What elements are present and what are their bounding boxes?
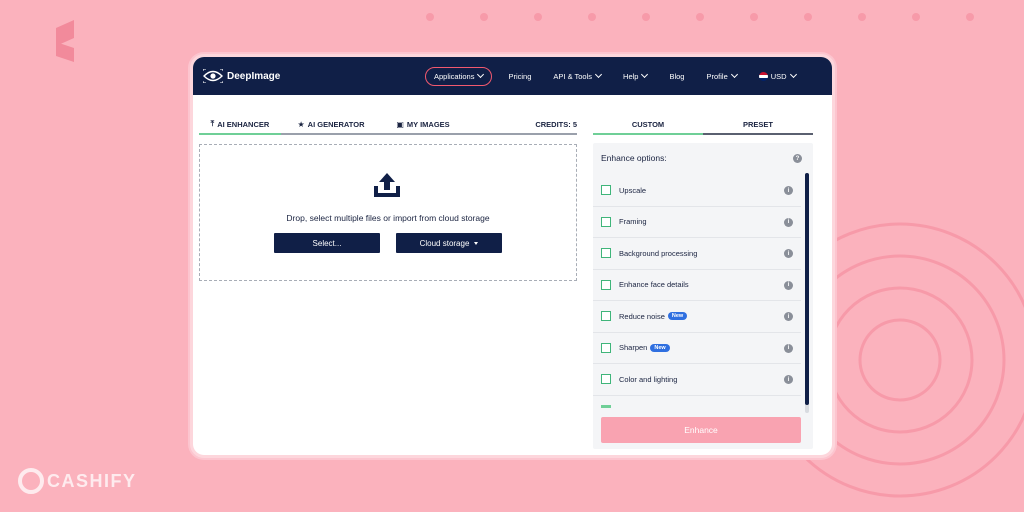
option-label: Framing [619, 217, 647, 227]
chevron-down-icon [641, 70, 649, 79]
eye-logo-icon [203, 69, 223, 83]
nav-pricing-label: Pricing [508, 71, 532, 81]
info-icon[interactable]: i [784, 343, 793, 353]
app-window: DeepImage Applications Pricing API & Too… [190, 54, 835, 458]
caret-down-icon [474, 241, 479, 245]
tab-custom-label: CUSTOM [631, 119, 665, 129]
checkbox[interactable] [601, 248, 611, 259]
credits-counter: CREDITS: 5 [535, 119, 577, 129]
checkbox[interactable] [601, 342, 611, 353]
background-dots [426, 13, 1016, 23]
nav-applications[interactable]: Applications [425, 66, 493, 86]
tab-ai-enhancer[interactable]: ⤒ AI ENHANCER [199, 115, 281, 135]
tab-my-images[interactable]: ▣ MY IMAGES [381, 115, 465, 133]
option-label: Color and lighting [619, 374, 678, 384]
nav-profile[interactable]: Profile [706, 70, 738, 81]
nav-pricing[interactable]: Pricing [508, 72, 531, 81]
enhance-options-panel: Enhance options: ? Upscale i Framing i B… [593, 143, 813, 449]
option-background-processing[interactable]: Background processing i [593, 238, 801, 270]
new-badge: New [667, 312, 688, 321]
info-icon[interactable]: i [784, 280, 793, 290]
options-scrollbar[interactable] [805, 173, 809, 413]
option-framing[interactable]: Framing i [593, 207, 801, 238]
chevron-down-icon [477, 70, 485, 79]
partial-checkbox[interactable] [601, 405, 611, 408]
tab-my-images-label: MY IMAGES [406, 119, 450, 129]
chevron-down-icon [789, 70, 797, 79]
select-files-label: Select... [312, 238, 342, 248]
mode-tabs: ⤒ AI ENHANCER ★ AI GENERATOR ▣ MY IMAGES… [199, 115, 577, 135]
enhance-button[interactable]: Enhance [601, 417, 801, 443]
option-color-and-lighting[interactable]: Color and lighting i [593, 364, 801, 396]
nav-blog-label: Blog [669, 71, 685, 81]
nav-profile-label: Profile [706, 71, 728, 81]
top-navbar: DeepImage Applications Pricing API & Too… [193, 57, 832, 95]
settings-tabs: CUSTOM PRESET [593, 115, 813, 135]
background-logo-icon [56, 20, 74, 62]
enhance-options-list: Upscale i Framing i Background processin… [593, 175, 801, 396]
info-icon[interactable]: i [784, 249, 793, 258]
upload-tray-icon [374, 173, 400, 197]
new-badge: New [650, 343, 670, 352]
cashify-logo-icon [18, 468, 44, 494]
option-upscale[interactable]: Upscale i [593, 175, 801, 207]
deepimage-logo[interactable]: DeepImage [203, 69, 280, 83]
scrollbar-thumb[interactable] [805, 173, 809, 405]
watermark-text: CASHIFY [47, 470, 137, 491]
info-icon[interactable]: i [784, 217, 793, 227]
nav-currency-label: USD [770, 71, 787, 81]
nav-currency[interactable]: USD [758, 70, 797, 81]
tab-preset[interactable]: PRESET [703, 115, 813, 133]
help-icon[interactable]: ? [793, 154, 802, 163]
chevron-down-icon [730, 70, 738, 79]
info-icon[interactable]: i [784, 312, 793, 321]
cloud-storage-button[interactable]: Cloud storage [396, 233, 502, 253]
images-icon: ▣ [396, 119, 404, 129]
logo-text: DeepImage [227, 70, 281, 82]
main-nav: Applications Pricing API & Tools Help Bl… [425, 65, 818, 87]
nav-api-tools[interactable]: API & Tools [553, 70, 603, 81]
select-files-button[interactable]: Select... [274, 233, 380, 253]
cloud-storage-label: Cloud storage [419, 238, 470, 248]
tab-custom[interactable]: CUSTOM [593, 115, 703, 135]
nav-api-tools-label: API & Tools [553, 71, 593, 81]
option-label: Enhance face details [619, 280, 689, 290]
checkbox[interactable] [601, 279, 611, 290]
option-enhance-face-details[interactable]: Enhance face details i [593, 270, 801, 301]
nav-help[interactable]: Help [623, 70, 649, 81]
file-dropzone[interactable]: Drop, select multiple files or import fr… [199, 144, 577, 281]
option-label: Upscale [619, 185, 647, 195]
nav-help-label: Help [623, 71, 639, 81]
chevron-down-icon [594, 70, 603, 79]
checkbox[interactable] [601, 311, 611, 322]
checkbox[interactable] [601, 185, 611, 196]
upload-icon: ⤒ [210, 119, 215, 128]
option-reduce-noise[interactable]: Reduce noise New i [593, 301, 801, 333]
info-icon[interactable]: i [784, 375, 793, 384]
enhance-button-label: Enhance [684, 425, 718, 435]
info-icon[interactable]: i [784, 186, 793, 195]
nav-blog[interactable]: Blog [669, 72, 684, 81]
tab-ai-enhancer-label: AI ENHANCER [217, 119, 270, 129]
enhance-options-title: Enhance options: [601, 153, 667, 163]
cashify-watermark: CASHIFY [18, 466, 137, 496]
tab-preset-label: PRESET [742, 119, 773, 129]
option-label: Sharpen [619, 343, 648, 353]
option-label: Reduce noise [619, 311, 665, 321]
checkbox[interactable] [601, 374, 611, 385]
option-label: Background processing [619, 248, 698, 258]
uk-flag-icon [758, 71, 768, 81]
tab-ai-generator[interactable]: ★ AI GENERATOR [281, 115, 381, 133]
dropzone-instructions: Drop, select multiple files or import fr… [286, 213, 490, 223]
nav-applications-label: Applications [434, 71, 475, 81]
star-icon: ★ [297, 119, 305, 129]
checkbox[interactable] [601, 216, 611, 227]
option-sharpen[interactable]: Sharpen New i [593, 333, 801, 364]
tab-ai-generator-label: AI GENERATOR [307, 119, 365, 129]
